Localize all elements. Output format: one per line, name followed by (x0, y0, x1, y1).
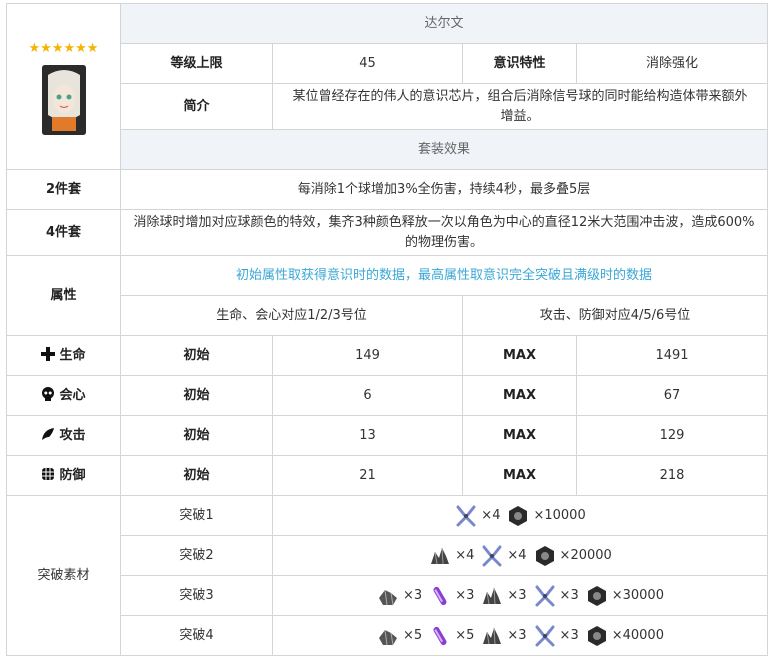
material-item: ×5 (428, 624, 474, 648)
material-qty: ×4 (455, 547, 475, 563)
slots-left: 生命、会心对应1/2/3号位 (120, 295, 463, 336)
purple-tube-icon (433, 586, 447, 605)
material-qty: ×20000 (559, 547, 612, 563)
stat-crit-max-label: MAX (462, 375, 577, 416)
nut-icon (509, 505, 528, 526)
stat-hp-init-label: 初始 (120, 335, 273, 376)
tool-icon (535, 585, 555, 606)
tool-icon (482, 545, 502, 566)
breakthrough-3-label: 突破3 (120, 575, 273, 616)
memory-info-table: ★★★★★★ 达尔文 等级上限 45 意识特性 消除强化 简介 某位曾经存在的伟… (6, 3, 769, 656)
material-qty: ×3 (507, 587, 527, 603)
material-item: ×3 (376, 584, 422, 608)
material-item: ×3 (533, 584, 579, 608)
crystal-icon (379, 589, 398, 605)
set-effect-header: 套装效果 (119, 129, 769, 170)
material-qty: ×5 (455, 627, 475, 643)
material-qty: ×4 (507, 547, 527, 563)
plus-icon (41, 346, 56, 361)
level-cap-value: 45 (272, 43, 463, 84)
stat-hp-init: 149 (272, 335, 463, 376)
material-item: ×3 (428, 584, 474, 608)
tool-icon (456, 505, 476, 526)
stat-def-init: 21 (272, 455, 463, 496)
rarity-stars: ★★★★★★ (28, 40, 99, 56)
material-item: ×4 (428, 544, 474, 568)
level-cap-label: 等级上限 (120, 43, 273, 84)
feather-icon (42, 427, 55, 440)
breakthrough-4-label: 突破4 (120, 615, 273, 656)
set4-label: 4件套 (6, 209, 121, 256)
purple-tube-icon (433, 626, 447, 645)
material-qty: ×5 (403, 627, 423, 643)
stat-crit-init: 6 (272, 375, 463, 416)
stat-atk-init-label: 初始 (120, 415, 273, 456)
material-qty: ×4 (481, 507, 501, 523)
breakthrough-label: 突破素材 (6, 495, 121, 656)
material-qty: ×10000 (533, 507, 586, 523)
material-item: ×40000 (585, 624, 664, 648)
ore-icon (483, 587, 502, 604)
ore-icon (431, 547, 450, 564)
stat-crit-label: 会心 (6, 375, 121, 416)
stat-hp-label: 生命 (6, 335, 121, 376)
material-qty: ×30000 (611, 587, 664, 603)
crystal-icon (379, 629, 398, 645)
memory-name: 达尔文 (119, 3, 769, 44)
stat-def-max: 218 (575, 455, 769, 496)
set2-text: 每消除1个球增加3%全伤害，持续4秒，最多叠5层 (119, 169, 769, 210)
material-item: ×4 (480, 544, 527, 568)
stat-crit-max: 67 (575, 375, 769, 416)
stat-def-label: 防御 (6, 455, 121, 496)
material-qty: ×3 (403, 587, 423, 603)
trait-value: 消除强化 (575, 43, 769, 84)
stat-def-max-label: MAX (462, 455, 577, 496)
intro-text: 某位曾经存在的伟人的意识芯片，组合后消除信号球的同时能给构造体带来额外增益。 (271, 83, 769, 130)
attr-note: 初始属性取获得意识时的数据，最高属性取意识完全突破且满级时的数据 (119, 255, 769, 296)
set2-label: 2件套 (6, 169, 121, 210)
intro-label: 简介 (120, 83, 273, 130)
material-item: ×4 (454, 504, 500, 528)
stat-atk-label: 攻击 (6, 415, 121, 456)
skull-icon (42, 386, 55, 401)
material-qty: ×3 (559, 627, 579, 643)
material-item: ×3 (533, 624, 579, 648)
stat-hp-max-label: MAX (462, 335, 577, 376)
material-qty: ×3 (507, 627, 527, 643)
stat-atk-max: 129 (575, 415, 769, 456)
tool-icon (535, 625, 555, 646)
slots-right: 攻击、防御对应4/5/6号位 (461, 295, 769, 336)
shield-grid-icon (42, 467, 55, 480)
nut-icon (587, 625, 606, 646)
stat-def-init-label: 初始 (120, 455, 273, 496)
breakthrough-2-label: 突破2 (120, 535, 273, 576)
nut-icon (587, 585, 606, 606)
memory-portrait (41, 64, 86, 135)
breakthrough-4-materials: ×5 ×5 ×3 ×3 ×40000 (271, 615, 769, 656)
stat-crit-init-label: 初始 (120, 375, 273, 416)
material-qty: ×40000 (611, 627, 664, 643)
set4-text: 消除球时增加对应球颜色的特效，集齐3种颜色释放一次以角色为中心的直径12米大范围… (119, 209, 769, 256)
stat-atk-max-label: MAX (462, 415, 577, 456)
breakthrough-2-materials: ×4 ×4 ×20000 (271, 535, 769, 576)
material-item: ×10000 (506, 504, 586, 528)
stat-hp-max: 1491 (575, 335, 769, 376)
material-item: ×20000 (533, 544, 612, 568)
trait-label: 意识特性 (462, 43, 577, 84)
portrait-cell: ★★★★★★ (6, 3, 121, 170)
breakthrough-1-label: 突破1 (120, 495, 273, 536)
material-item: ×30000 (585, 584, 664, 608)
stat-atk-init: 13 (272, 415, 463, 456)
material-qty: ×3 (455, 587, 475, 603)
breakthrough-3-materials: ×3 ×3 ×3 ×3 ×30000 (271, 575, 769, 616)
ore-icon (483, 627, 502, 644)
breakthrough-1-materials: ×4 ×10000 (271, 495, 769, 536)
material-qty: ×3 (559, 587, 579, 603)
material-item: ×5 (376, 624, 422, 648)
nut-icon (535, 545, 554, 566)
material-item: ×3 (480, 624, 527, 648)
material-item: ×3 (480, 584, 527, 608)
attr-label: 属性 (6, 255, 121, 336)
